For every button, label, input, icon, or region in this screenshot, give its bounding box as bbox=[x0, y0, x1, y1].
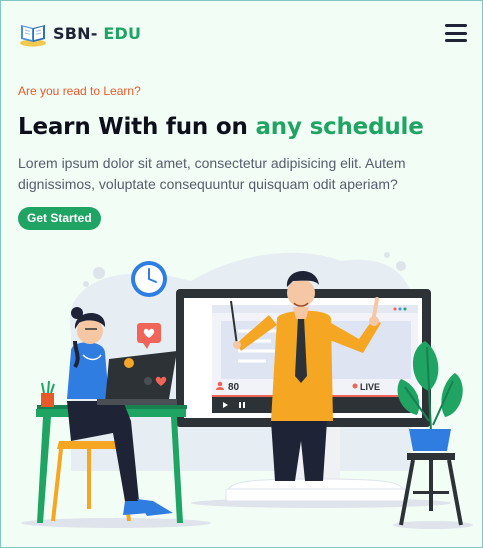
hero-kicker: Are you read to Learn? bbox=[18, 84, 141, 98]
logo[interactable]: SBN- EDU bbox=[18, 19, 141, 47]
svg-text:80: 80 bbox=[228, 382, 240, 393]
brand-name: SBN- EDU bbox=[53, 23, 142, 43]
hero-description: Lorem ipsum dolor sit amet, consectetur … bbox=[18, 155, 406, 192]
header: SBN- EDU bbox=[1, 1, 483, 63]
book-logo-icon bbox=[20, 25, 46, 47]
clock-icon bbox=[131, 261, 167, 297]
get-started-button[interactable]: Get Started bbox=[18, 207, 101, 230]
hamburger-menu-icon[interactable] bbox=[445, 24, 467, 42]
online-learning-illustration: 80 LIVE bbox=[21, 252, 473, 529]
hero-headline: Learn With fun on any schedule bbox=[18, 114, 424, 140]
svg-text:LIVE: LIVE bbox=[360, 382, 380, 392]
